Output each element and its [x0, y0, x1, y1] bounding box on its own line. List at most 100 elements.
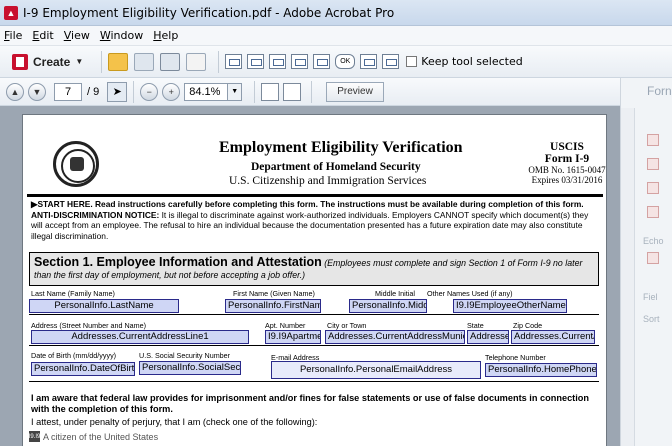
section-title: Section 1. Employee Information and Atte… — [34, 255, 322, 269]
dob-field[interactable]: PersonalInfo.DateOfBirtl — [31, 362, 135, 376]
chevron-down-icon: ▼ — [75, 57, 84, 66]
keep-tool-checkbox[interactable] — [406, 56, 418, 67]
preview-button[interactable]: Preview — [326, 81, 384, 102]
address-field[interactable]: Addresses.CurrentAddressLine1 — [31, 330, 249, 344]
toolbar-separator — [218, 50, 220, 73]
form-id-block: USCIS Form I-9 OMB No. 1615-0047 Expires… — [527, 141, 606, 185]
middle-initial-field[interactable]: PersonalInfo.Midd — [349, 299, 427, 313]
zip-label: Zip Code — [513, 321, 543, 330]
toolbar-separator — [254, 80, 256, 103]
zoom-input[interactable]: 84.1% — [184, 82, 229, 101]
menu-window[interactable]: Window — [100, 29, 143, 42]
keep-tool-selected-toggle[interactable]: Keep tool selected — [406, 55, 523, 68]
instructions: ▶START HERE. Read instructions carefully… — [31, 199, 597, 241]
task-icon[interactable] — [647, 182, 659, 194]
first-name-field[interactable]: PersonalInfo.FirstName — [225, 299, 321, 313]
digital-signature-tool-icon[interactable] — [360, 54, 378, 69]
start-here-heading: ▶START HERE. — [31, 199, 93, 209]
panel-section-label: Sort — [643, 314, 660, 324]
keep-tool-label: Keep tool selected — [421, 55, 523, 68]
phone-field[interactable]: PersonalInfo.HomePhonel — [485, 363, 597, 377]
state-label: State — [467, 321, 484, 330]
previous-page-button[interactable]: ▲ — [6, 82, 24, 101]
citizen-checkbox[interactable]: I9.I9 — [29, 431, 40, 442]
document-viewport[interactable]: Employment Eligibility Verification Depa… — [0, 106, 620, 446]
email-field[interactable]: PersonalInfo.PersonalEmailAddress — [271, 361, 481, 379]
other-names-field[interactable]: I9.I9EmployeeOtherNames — [453, 299, 567, 313]
attest-warning: I am aware that federal law provides for… — [31, 393, 590, 414]
create-pdf-icon — [12, 53, 28, 70]
last-name-field[interactable]: PersonalInfo.LastName — [29, 299, 179, 313]
panel-section-label: Echo — [643, 236, 664, 246]
radio-button-tool-icon[interactable] — [269, 54, 287, 69]
form-name: Form I-9 — [544, 153, 590, 165]
ssn-label: U.S. Social Security Number — [139, 351, 231, 360]
zip-field[interactable]: Addresses.Current/ — [511, 330, 595, 344]
text-field-tool-icon[interactable] — [225, 54, 243, 69]
menu-edit[interactable]: Edit — [32, 29, 53, 42]
create-label: Create — [33, 54, 71, 69]
citizen-option[interactable]: I9.I9 A citizen of the United States — [29, 431, 158, 442]
button-tool-icon[interactable]: OK — [335, 54, 356, 69]
city-field[interactable]: Addresses.CurrentAddressMunic — [325, 330, 465, 344]
pdf-page: Employment Eligibility Verification Depa… — [22, 114, 607, 446]
select-tool-button[interactable]: ➤ — [107, 81, 128, 102]
next-page-button[interactable]: ▼ — [28, 82, 46, 101]
section-1-header: Section 1. Employee Information and Atte… — [29, 252, 599, 286]
barcode-tool-icon[interactable] — [382, 54, 400, 69]
middle-initial-label: Middle Initial — [375, 289, 415, 298]
task-icon[interactable] — [647, 252, 659, 264]
apt-label: Apt. Number — [265, 321, 306, 330]
task-icon[interactable] — [647, 134, 659, 146]
fit-page-icon[interactable] — [261, 82, 280, 101]
create-button[interactable]: Create ▼ — [6, 51, 89, 73]
save-button[interactable] — [134, 51, 155, 73]
state-field[interactable]: Addresses — [467, 330, 509, 344]
menu-view[interactable]: View — [64, 29, 90, 42]
phone-label: Telephone Number — [485, 353, 546, 362]
dropdown-tool-icon[interactable] — [313, 54, 331, 69]
section-subnote: than the first day of employment, but no… — [34, 270, 306, 280]
menu-bar: File Edit View Window Help — [0, 26, 672, 46]
checkbox-tool-icon[interactable] — [247, 54, 265, 69]
main-toolbar: Create ▼ OK Keep tool selected — [0, 46, 672, 78]
fit-width-icon[interactable] — [283, 82, 302, 101]
other-names-label: Other Names Used (if any) — [427, 289, 513, 298]
header-rule — [27, 194, 603, 197]
save-icon — [134, 52, 155, 71]
dhs-seal-icon — [53, 141, 99, 187]
citizen-option-label: A citizen of the United States — [43, 431, 159, 442]
row-rule — [29, 345, 599, 346]
toolbar-separator — [311, 80, 313, 103]
panel-scrollbar[interactable] — [621, 108, 635, 446]
menu-file[interactable]: File — [4, 29, 22, 42]
zoom-in-button[interactable]: + — [162, 82, 181, 101]
last-name-label: Last Name (Family Name) — [31, 289, 115, 298]
folder-icon — [108, 52, 129, 71]
menu-help[interactable]: Help — [153, 29, 178, 42]
edit-icon — [186, 52, 207, 71]
omb-number: OMB No. 1615-0047 — [528, 165, 606, 175]
page-total: / 9 — [87, 85, 100, 98]
list-box-tool-icon[interactable] — [291, 54, 309, 69]
apt-field[interactable]: I9.I9Apartmen — [265, 330, 321, 344]
acrobat-app-icon[interactable]: ▲ — [4, 5, 18, 20]
open-button[interactable] — [108, 51, 129, 73]
city-label: City or Town — [327, 321, 367, 330]
title-bar: ▲ I-9 Employment Eligibility Verificatio… — [0, 0, 672, 26]
ssn-field[interactable]: PersonalInfo.SocialSecu — [139, 361, 241, 375]
edit-button[interactable] — [186, 51, 207, 73]
page-number-input[interactable]: 7 — [54, 82, 82, 101]
task-icon[interactable] — [647, 206, 659, 218]
print-button[interactable] — [160, 51, 181, 73]
attest-instruction: I attest, under penalty of perjury, that… — [31, 417, 318, 427]
zoom-dropdown-chevron-icon[interactable]: ▼ — [228, 82, 243, 101]
print-icon — [160, 52, 181, 71]
task-icon[interactable] — [647, 158, 659, 170]
dob-label: Date of Birth (mm/dd/yyyy) — [31, 351, 117, 360]
zoom-out-button[interactable]: − — [140, 82, 159, 101]
toolbar-separator — [101, 50, 103, 73]
panel-section-label: Fiel — [643, 292, 658, 302]
panel-title: Forn — [647, 84, 672, 98]
section-note: (Employees must complete and sign Sectio… — [321, 258, 583, 268]
